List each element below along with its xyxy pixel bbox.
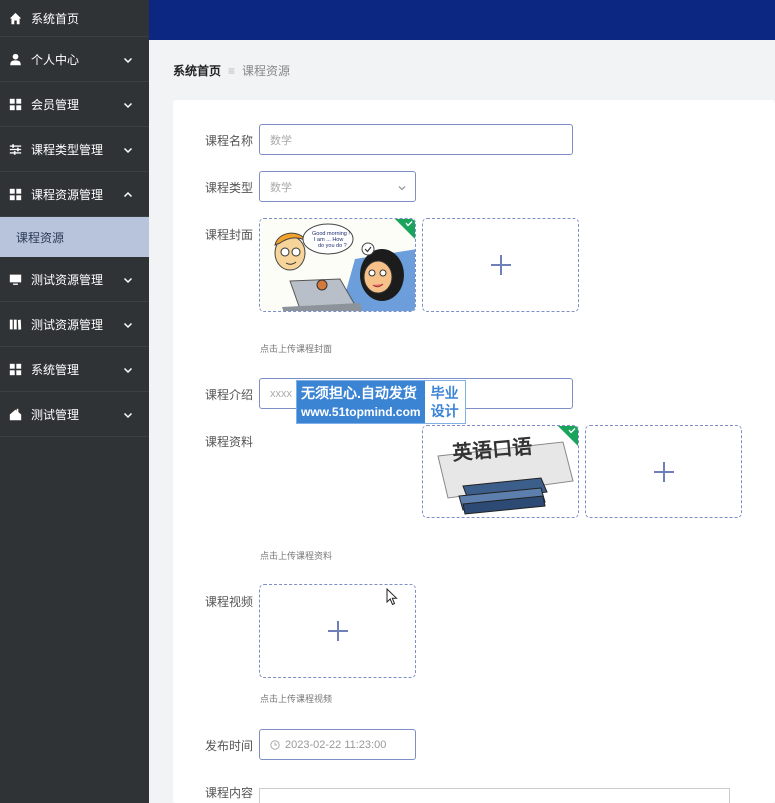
cartoon-cover-image: Good morning ! I am ... How do you do ? [260,219,415,311]
sidebar-subitem-course-resource[interactable]: 课程资源 [0,217,149,257]
watermark-line1: 无须担心.自动发货 [301,385,417,401]
upload-success-badge [558,426,578,446]
publish-time-picker[interactable]: 2023-02-22 11:23:00 [259,729,416,760]
plus-icon [490,255,511,275]
grid-icon [9,98,22,111]
sidebar-item-label: 课程资源管理 [31,187,104,202]
cover-image-thumbnail[interactable]: Good morning ! I am ... How do you do ? [259,218,416,312]
course-cover-label: 课程封面 [204,228,253,242]
sidebar-item-label: 测试资源管理 [31,317,104,332]
monitor-icon [9,273,22,286]
cover-upload-hint: 点击上传课程封面 [260,344,333,354]
sidebar-item-label: 测试管理 [31,407,80,422]
publish-time-label: 发布时间 [204,739,253,753]
sidebar-item-system[interactable]: 系统管理 [0,347,149,392]
course-content-label: 课程内容 [204,786,253,800]
breadcrumb-separator: ≡ [228,63,236,78]
sidebar-item-label: 课程类型管理 [31,142,104,157]
course-name-input[interactable]: 数学 [259,124,573,155]
rich-text-editor-toolbar[interactable] [259,788,730,803]
sidebar-item-test-resources-2[interactable]: 测试资源管理 [0,302,149,347]
material-upload-hint: 点击上传课程资料 [260,551,333,561]
upload-success-badge [395,219,415,239]
material-upload-button[interactable] [585,425,742,518]
material-image-thumbnail[interactable]: 英语口语 [422,425,579,518]
sidebar-item-home[interactable]: 系统首页 [0,0,149,37]
chevron-down-icon [123,364,133,374]
sidebar-item-members[interactable]: 会员管理 [0,82,149,127]
mouse-cursor-icon [386,588,398,606]
breadcrumb-current: 课程资源 [242,64,291,78]
breadcrumb: 系统首页 ≡ 课程资源 [173,62,290,79]
clock-icon [270,739,280,750]
sidebar-item-label: 个人中心 [31,52,80,67]
watermark-right2: 设计 [430,403,459,419]
plus-icon [653,461,674,482]
chevron-down-icon [123,274,133,284]
course-type-label: 课程类型 [204,181,253,195]
sidebar-item-label: 系统首页 [31,11,80,26]
course-video-label: 课程视频 [204,595,253,609]
watermark-banner: 无须担心.自动发货 www.51topmind.com 毕业 设计 [296,380,466,424]
chevron-down-icon [123,99,133,109]
chevron-down-icon [123,409,133,419]
sliders-icon [9,143,22,156]
plus-icon [327,621,348,641]
sidebar-item-course-resources[interactable]: 课程资源管理 [0,172,149,217]
sidebar-item-test-resources[interactable]: 测试资源管理 [0,257,149,302]
course-name-placeholder: 数学 [270,134,292,147]
chevron-down-icon [123,144,133,154]
chevron-down-icon [398,183,406,191]
course-type-value: 数学 [270,181,292,194]
sidebar-item-tests[interactable]: 测试管理 [0,392,149,437]
video-upload-hint: 点击上传课程视频 [260,694,333,704]
breadcrumb-home[interactable]: 系统首页 [173,62,221,79]
watermark-line2: www.51topmind.com [301,405,421,419]
course-intro-label: 课程介绍 [204,388,253,402]
chevron-down-icon [123,54,133,64]
publish-time-value: 2023-02-22 11:23:00 [285,738,387,751]
course-intro-value: xxxx [270,387,292,400]
sidebar-item-label: 会员管理 [31,97,80,112]
user-icon [9,53,22,66]
sidebar-item-label: 测试资源管理 [31,272,104,287]
english-books-image: 英语口语 [423,426,578,517]
sidebar: 系统首页 个人中心 会员管理 课程类型管理 课程资源管理 课程资源 测试资源管理 [0,0,149,803]
sidebar-item-profile[interactable]: 个人中心 [0,37,149,82]
course-material-label: 课程资料 [204,435,253,449]
svg-text:do you do ?: do you do ? [318,243,347,249]
watermark-right1: 毕业 [430,385,459,401]
course-type-select[interactable]: 数学 [259,171,416,202]
grid-icon [9,188,22,201]
book-icon [9,318,22,331]
grid-icon [9,363,22,376]
home-box-icon [9,408,22,421]
top-header [149,0,775,40]
sidebar-item-course-types[interactable]: 课程类型管理 [0,127,149,172]
chevron-down-icon [123,319,133,329]
cover-upload-button[interactable] [422,218,579,312]
sidebar-item-label: 系统管理 [31,362,80,377]
course-name-label: 课程名称 [204,134,253,148]
home-icon [9,12,22,25]
chevron-up-icon [123,189,133,199]
